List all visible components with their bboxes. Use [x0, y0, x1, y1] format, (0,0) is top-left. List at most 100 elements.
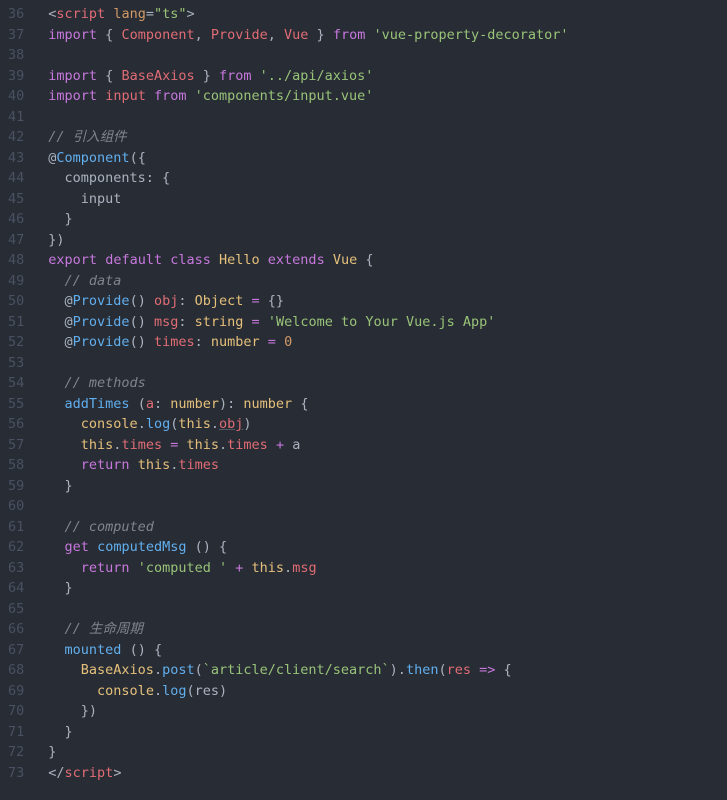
- token: times: [121, 437, 162, 453]
- token: :: [178, 314, 194, 330]
- token: res: [447, 662, 471, 678]
- token: obj: [219, 416, 243, 432]
- code-line[interactable]: @Provide() obj: Object = {}: [48, 291, 727, 312]
- token: [89, 539, 97, 555]
- token: [130, 457, 138, 473]
- code-line[interactable]: import { Component, Provide, Vue } from …: [48, 25, 727, 46]
- code-line[interactable]: [48, 45, 727, 66]
- token: msg: [154, 314, 178, 330]
- token: }: [195, 68, 219, 84]
- token: .: [284, 560, 292, 576]
- token: =: [252, 293, 260, 309]
- token: }: [48, 744, 56, 760]
- code-line[interactable]: addTimes (a: number): number {: [48, 394, 727, 415]
- line-number: 44: [8, 168, 24, 189]
- code-line[interactable]: }: [48, 209, 727, 230]
- code-line[interactable]: [48, 107, 727, 128]
- code-line[interactable]: }: [48, 578, 727, 599]
- token: [48, 642, 64, 658]
- code-line[interactable]: BaseAxios.post(`article/client/search`).…: [48, 660, 727, 681]
- token: default: [105, 252, 162, 268]
- token: [162, 437, 170, 453]
- code-line[interactable]: }: [48, 722, 727, 743]
- token: (: [195, 662, 203, 678]
- code-line[interactable]: input: [48, 189, 727, 210]
- code-line[interactable]: [48, 496, 727, 517]
- token: import: [48, 27, 97, 43]
- token: return: [81, 560, 130, 576]
- token: from: [219, 68, 252, 84]
- code-line[interactable]: @Provide() times: number = 0: [48, 332, 727, 353]
- token: return: [81, 457, 130, 473]
- token: [325, 252, 333, 268]
- token: obj: [154, 293, 178, 309]
- token: }: [48, 580, 72, 596]
- code-line[interactable]: // 引入组件: [48, 127, 727, 148]
- code-line[interactable]: @Component({: [48, 148, 727, 169]
- code-line[interactable]: mounted () {: [48, 640, 727, 661]
- code-line[interactable]: // data: [48, 271, 727, 292]
- code-line[interactable]: console.log(res): [48, 681, 727, 702]
- line-number: 65: [8, 599, 24, 620]
- token: [97, 88, 105, 104]
- token: [243, 293, 251, 309]
- token: number: [211, 334, 260, 350]
- token: Provide: [73, 334, 130, 350]
- token: ):: [219, 396, 243, 412]
- code-line[interactable]: </script>: [48, 763, 727, 784]
- token: 'computed ': [138, 560, 227, 576]
- token: times: [154, 334, 195, 350]
- token: // 引入组件: [48, 129, 126, 145]
- token: {: [97, 27, 121, 43]
- code-line[interactable]: }): [48, 230, 727, 251]
- token: computedMsg: [97, 539, 186, 555]
- token: export: [48, 252, 97, 268]
- token: [48, 273, 64, 289]
- code-line[interactable]: import input from 'components/input.vue': [48, 86, 727, 107]
- token: log: [146, 416, 170, 432]
- token: ({: [130, 150, 146, 166]
- token: }: [48, 211, 72, 227]
- token: @: [48, 293, 72, 309]
- line-number: 71: [8, 722, 24, 743]
- code-line[interactable]: }): [48, 701, 727, 722]
- code-line[interactable]: }: [48, 742, 727, 763]
- code-line[interactable]: components: {: [48, 168, 727, 189]
- code-line[interactable]: console.log(this.obj): [48, 414, 727, 435]
- line-number: 45: [8, 189, 24, 210]
- code-line[interactable]: [48, 599, 727, 620]
- token: [48, 457, 81, 473]
- token: =: [268, 334, 276, 350]
- token: this: [178, 416, 211, 432]
- code-line[interactable]: get computedMsg () {: [48, 537, 727, 558]
- line-number: 53: [8, 353, 24, 374]
- token: get: [65, 539, 89, 555]
- code-line[interactable]: // computed: [48, 517, 727, 538]
- code-line[interactable]: import { BaseAxios } from '../api/axios': [48, 66, 727, 87]
- line-number: 63: [8, 558, 24, 579]
- code-line[interactable]: // 生命周期: [48, 619, 727, 640]
- code-line[interactable]: this.times = this.times + a: [48, 435, 727, 456]
- token: Vue: [333, 252, 357, 268]
- line-number: 70: [8, 701, 24, 722]
- code-area[interactable]: <script lang="ts">import { Component, Pr…: [38, 0, 727, 800]
- token: () {: [186, 539, 227, 555]
- code-line[interactable]: }: [48, 476, 727, 497]
- code-line[interactable]: @Provide() msg: string = 'Welcome to You…: [48, 312, 727, 333]
- code-editor[interactable]: 3637383940414243444546474849505152535455…: [0, 0, 727, 800]
- line-number: 67: [8, 640, 24, 661]
- token: times: [227, 437, 268, 453]
- line-number: 55: [8, 394, 24, 415]
- code-line[interactable]: export default class Hello extends Vue {: [48, 250, 727, 271]
- token: [130, 560, 138, 576]
- code-line[interactable]: // methods: [48, 373, 727, 394]
- token: // 生命周期: [65, 621, 143, 637]
- token: [471, 662, 479, 678]
- token: [186, 88, 194, 104]
- line-number: 57: [8, 435, 24, 456]
- token: console: [81, 416, 138, 432]
- code-line[interactable]: return 'computed ' + this.msg: [48, 558, 727, 579]
- code-line[interactable]: <script lang="ts">: [48, 4, 727, 25]
- code-line[interactable]: [48, 353, 727, 374]
- code-line[interactable]: return this.times: [48, 455, 727, 476]
